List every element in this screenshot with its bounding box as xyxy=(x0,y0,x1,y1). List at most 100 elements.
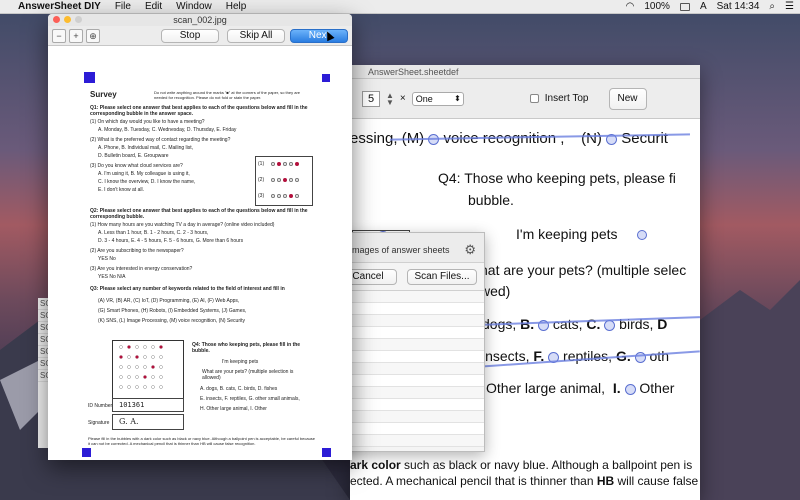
signature-value: G. A. xyxy=(112,414,184,430)
scan-window: scan_002.jpg − + ⊕ Stop Skip All Next Su… xyxy=(48,14,352,460)
corner-marker xyxy=(82,448,91,457)
minimize-icon[interactable] xyxy=(64,16,71,23)
list-item[interactable] xyxy=(331,327,484,339)
list-item[interactable] xyxy=(331,399,484,411)
q2-3-options: YES No N/A xyxy=(98,274,126,280)
q4-keeping-pets: I'm keeping pets xyxy=(222,359,259,365)
q1-2: (2) What is the preferred way of contact… xyxy=(90,137,231,143)
q3-row-2: (G) Smart Phones, (H) Robots, (I) Embedd… xyxy=(98,308,247,314)
answer-bubbles xyxy=(270,193,300,199)
battery-percent[interactable]: 100% xyxy=(644,1,670,12)
stop-button[interactable]: Stop xyxy=(161,29,219,43)
list-item[interactable] xyxy=(331,411,484,423)
list-item[interactable] xyxy=(331,363,484,375)
import-header: w images of answer sheets ⚙ xyxy=(331,233,484,263)
menu-list-icon[interactable]: ☰ xyxy=(785,1,794,12)
list-item[interactable] xyxy=(331,435,484,447)
file-list[interactable] xyxy=(331,291,484,447)
menu-bar: AnswerSheet DIY File Edit Window Help ◠ … xyxy=(0,0,800,14)
q1-1: (1) On which day would you like to have … xyxy=(90,119,205,125)
footer-line-1: ark color such as black or navy blue. Al… xyxy=(350,458,692,472)
q1-1-options: A. Monday, B. Tuesday, C. Wednesday, D. … xyxy=(98,127,237,133)
text-other: Other xyxy=(639,380,675,396)
keeping-pets-row: I'm keeping pets xyxy=(516,226,647,242)
id-number-value: 101361 xyxy=(112,398,184,412)
footer-line-2: ected. A mechanical pencil that is thinn… xyxy=(350,474,698,488)
wifi-icon[interactable]: ◠ xyxy=(626,1,635,12)
clock[interactable]: Sat 14:34 xyxy=(717,1,760,12)
insert-top-label: Insert Top xyxy=(544,93,589,104)
close-icon[interactable] xyxy=(53,16,60,23)
q4-options-a: A. dogs, B. cats, C. birds, D. fishes xyxy=(200,386,278,392)
menu-window[interactable]: Window xyxy=(176,1,212,12)
q1-title: Q1: Please select one answer that best a… xyxy=(90,105,308,117)
label-i: I. xyxy=(612,380,621,396)
footer-bold: ark color xyxy=(350,458,401,472)
zoom-fit-icon[interactable]: ⊕ xyxy=(86,29,100,43)
text-keeping-pets: I'm keeping pets xyxy=(516,226,618,242)
corner-marker xyxy=(322,74,330,82)
zoom-icon[interactable] xyxy=(75,16,82,23)
q2-1-options-a: A. Less than 1 hour, B. 1 - 2 hours, C. … xyxy=(98,230,209,236)
row-large: Other large animal, I. Other xyxy=(486,380,674,396)
id-number-label: ID Number xyxy=(88,403,113,409)
q1-2-options-b: D. Bulletin board, E. Groupware xyxy=(98,153,169,159)
zoom-in-icon[interactable]: + xyxy=(69,29,83,43)
sheet-window-title: AnswerSheet.sheetdef xyxy=(350,65,700,79)
list-item[interactable] xyxy=(331,291,484,303)
list-item[interactable] xyxy=(331,351,484,363)
answer-label: (3) xyxy=(258,193,265,199)
text-cats: cats, xyxy=(552,316,583,332)
bubble-keeping[interactable] xyxy=(636,230,647,241)
list-item[interactable] xyxy=(331,387,484,399)
input-source-icon[interactable]: A xyxy=(700,1,707,12)
import-button-row: Cancel Scan Files... xyxy=(331,263,484,291)
answer-bubbles xyxy=(270,177,300,183)
q4-bubble-word: bubble. xyxy=(468,192,514,208)
gear-icon[interactable]: ⚙ xyxy=(464,242,476,258)
new-button[interactable]: New xyxy=(608,87,647,110)
search-icon[interactable]: ⌕ xyxy=(769,1,775,12)
list-item[interactable] xyxy=(331,423,484,435)
selection-mode-select[interactable]: One xyxy=(411,91,464,106)
scan-window-title: scan_002.jpg xyxy=(173,15,227,25)
q1-3: (3) Do you know what cloud services are? xyxy=(90,163,183,169)
answer-label: (1) xyxy=(258,161,265,167)
import-window: w images of answer sheets ⚙ Cancel Scan … xyxy=(330,232,485,452)
text-large-animal: Other large animal, xyxy=(486,380,606,396)
list-item[interactable] xyxy=(331,339,484,351)
window-controls xyxy=(53,16,82,23)
paper-footer: Please fill in the bubbles with a dark c… xyxy=(88,436,316,446)
sheet-toolbar: 5 ▲▼ × One Insert Top New xyxy=(350,79,700,119)
count-stepper[interactable]: ▲ ▼ xyxy=(386,91,394,106)
list-item[interactable] xyxy=(331,303,484,315)
paper-header-note: Do not write anything around the marks "… xyxy=(154,90,301,100)
battery-icon[interactable] xyxy=(679,2,690,11)
signature-label: Signature xyxy=(88,420,110,426)
menu-file[interactable]: File xyxy=(115,1,131,12)
text-n-label: (N) xyxy=(581,130,602,147)
import-header-text: w images of answer sheets xyxy=(341,245,450,255)
next-button[interactable]: Next xyxy=(290,29,348,43)
q2-1: (1) How many hours are you watching TV a… xyxy=(90,222,275,228)
list-item[interactable] xyxy=(331,315,484,327)
menu-edit[interactable]: Edit xyxy=(145,1,162,12)
scan-files-button[interactable]: Scan Files... xyxy=(407,269,477,285)
list-item[interactable] xyxy=(331,375,484,387)
count-field[interactable]: 5 xyxy=(362,90,380,107)
footer-text-2: ected. A mechanical pencil that is thinn… xyxy=(350,474,597,488)
insert-top-checkbox[interactable] xyxy=(529,94,539,103)
id-bubble-grid xyxy=(112,340,184,402)
q2-2: (2) Are you subscribing to the newspaper… xyxy=(90,248,184,254)
menu-app-name[interactable]: AnswerSheet DIY xyxy=(18,1,101,12)
menu-help[interactable]: Help xyxy=(226,1,247,12)
bubble-i[interactable] xyxy=(624,383,636,395)
q2-2-options: YES No xyxy=(98,256,116,262)
answer-label: (2) xyxy=(258,177,265,183)
q3-row-3: (K) SNS, (L) Image Processing, (M) voice… xyxy=(98,318,245,324)
text-insects: insects, xyxy=(482,348,530,364)
multiply-sign: × xyxy=(399,93,406,104)
zoom-out-icon[interactable]: − xyxy=(52,29,66,43)
answer-bubbles xyxy=(270,161,300,167)
skip-all-button[interactable]: Skip All xyxy=(227,29,285,43)
